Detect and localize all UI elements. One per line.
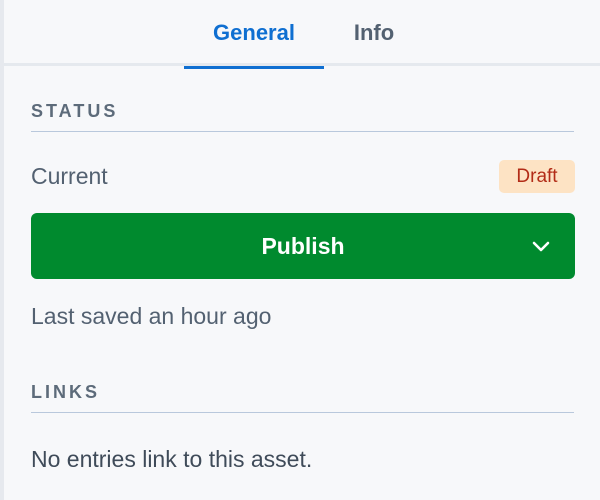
tab-general[interactable]: General [184, 0, 324, 69]
status-badge: Draft [499, 160, 575, 193]
links-heading: LINKS [31, 382, 100, 402]
chevron-down-icon[interactable] [529, 234, 553, 258]
publish-button[interactable]: Publish [31, 213, 575, 279]
publish-label: Publish [261, 232, 345, 259]
sidebar-panel: General Info STATUS Current Draft Publis… [0, 0, 600, 500]
status-heading: STATUS [31, 101, 119, 121]
tab-info[interactable]: Info [334, 0, 414, 66]
links-divider [31, 412, 574, 413]
current-label: Current [31, 163, 108, 189]
tab-bar: General Info [4, 0, 600, 69]
last-saved-text: Last saved an hour ago [31, 303, 272, 329]
no-entries-text: No entries link to this asset. [31, 446, 313, 472]
status-divider [31, 131, 574, 132]
